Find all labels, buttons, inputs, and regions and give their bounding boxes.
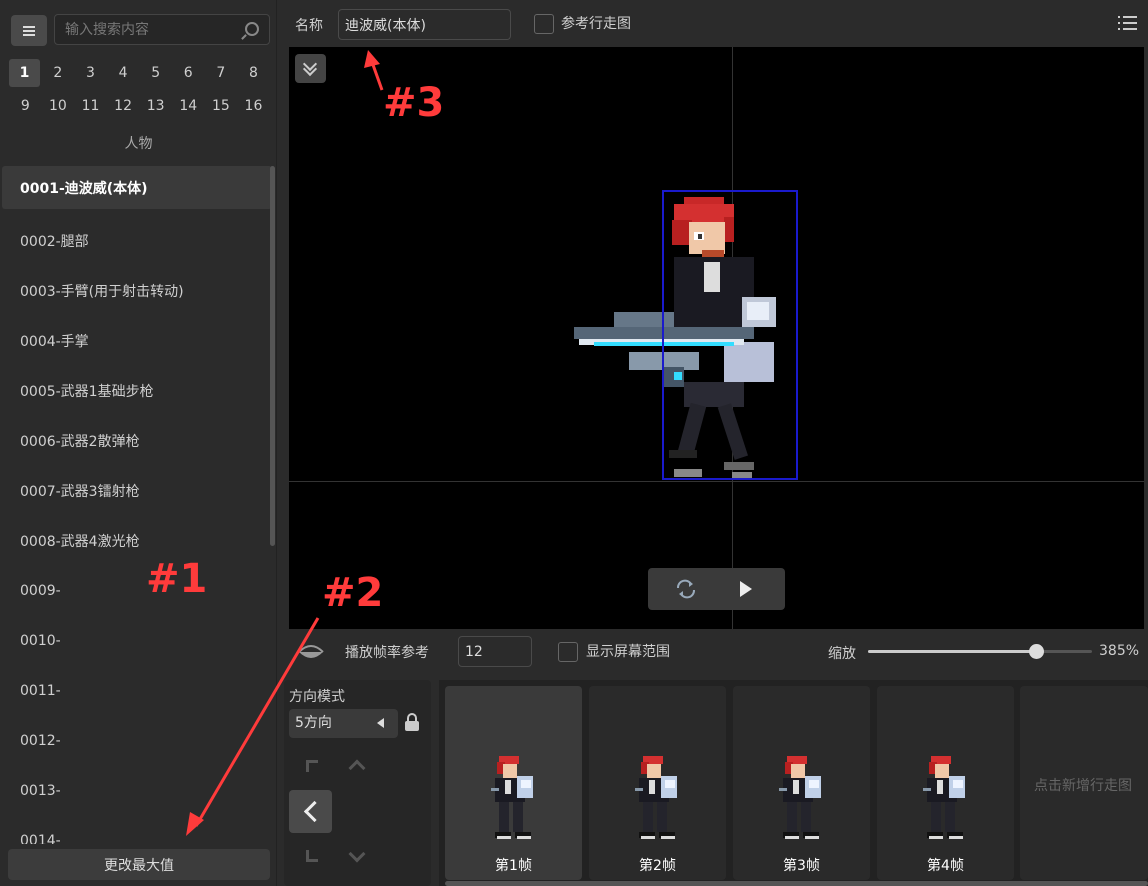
annotation-3: #3 bbox=[383, 80, 445, 126]
annotation-2: #2 bbox=[322, 570, 384, 616]
annotation-arrows bbox=[186, 50, 384, 836]
annotation-1: #1 bbox=[146, 556, 208, 602]
